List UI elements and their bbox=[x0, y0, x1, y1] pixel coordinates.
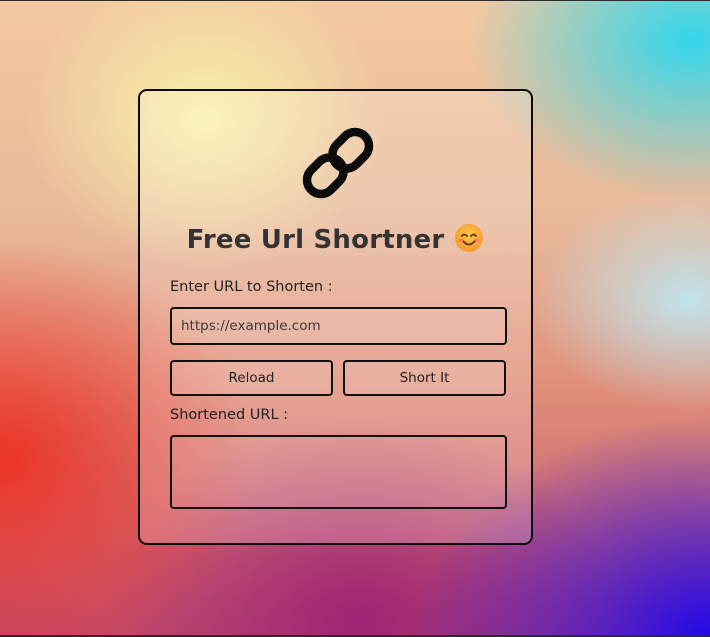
reload-button[interactable]: Reload bbox=[170, 360, 333, 396]
url-label: Enter URL to Shorten : bbox=[170, 279, 333, 295]
window-top-edge bbox=[0, 0, 710, 1]
page-title: Free Url Shortner bbox=[186, 225, 445, 255]
shortened-url-label: Shortened URL : bbox=[170, 407, 289, 423]
url-input[interactable] bbox=[170, 307, 507, 345]
shortened-url-output[interactable] bbox=[170, 435, 507, 509]
short-it-button[interactable]: Short It bbox=[343, 360, 506, 396]
shortener-card: Free Url Shortner Enter URL to Shorten :… bbox=[138, 89, 533, 545]
smiling-face-icon bbox=[455, 224, 484, 252]
title-row: Free Url Shortner bbox=[140, 223, 531, 255]
link-icon bbox=[302, 127, 374, 199]
